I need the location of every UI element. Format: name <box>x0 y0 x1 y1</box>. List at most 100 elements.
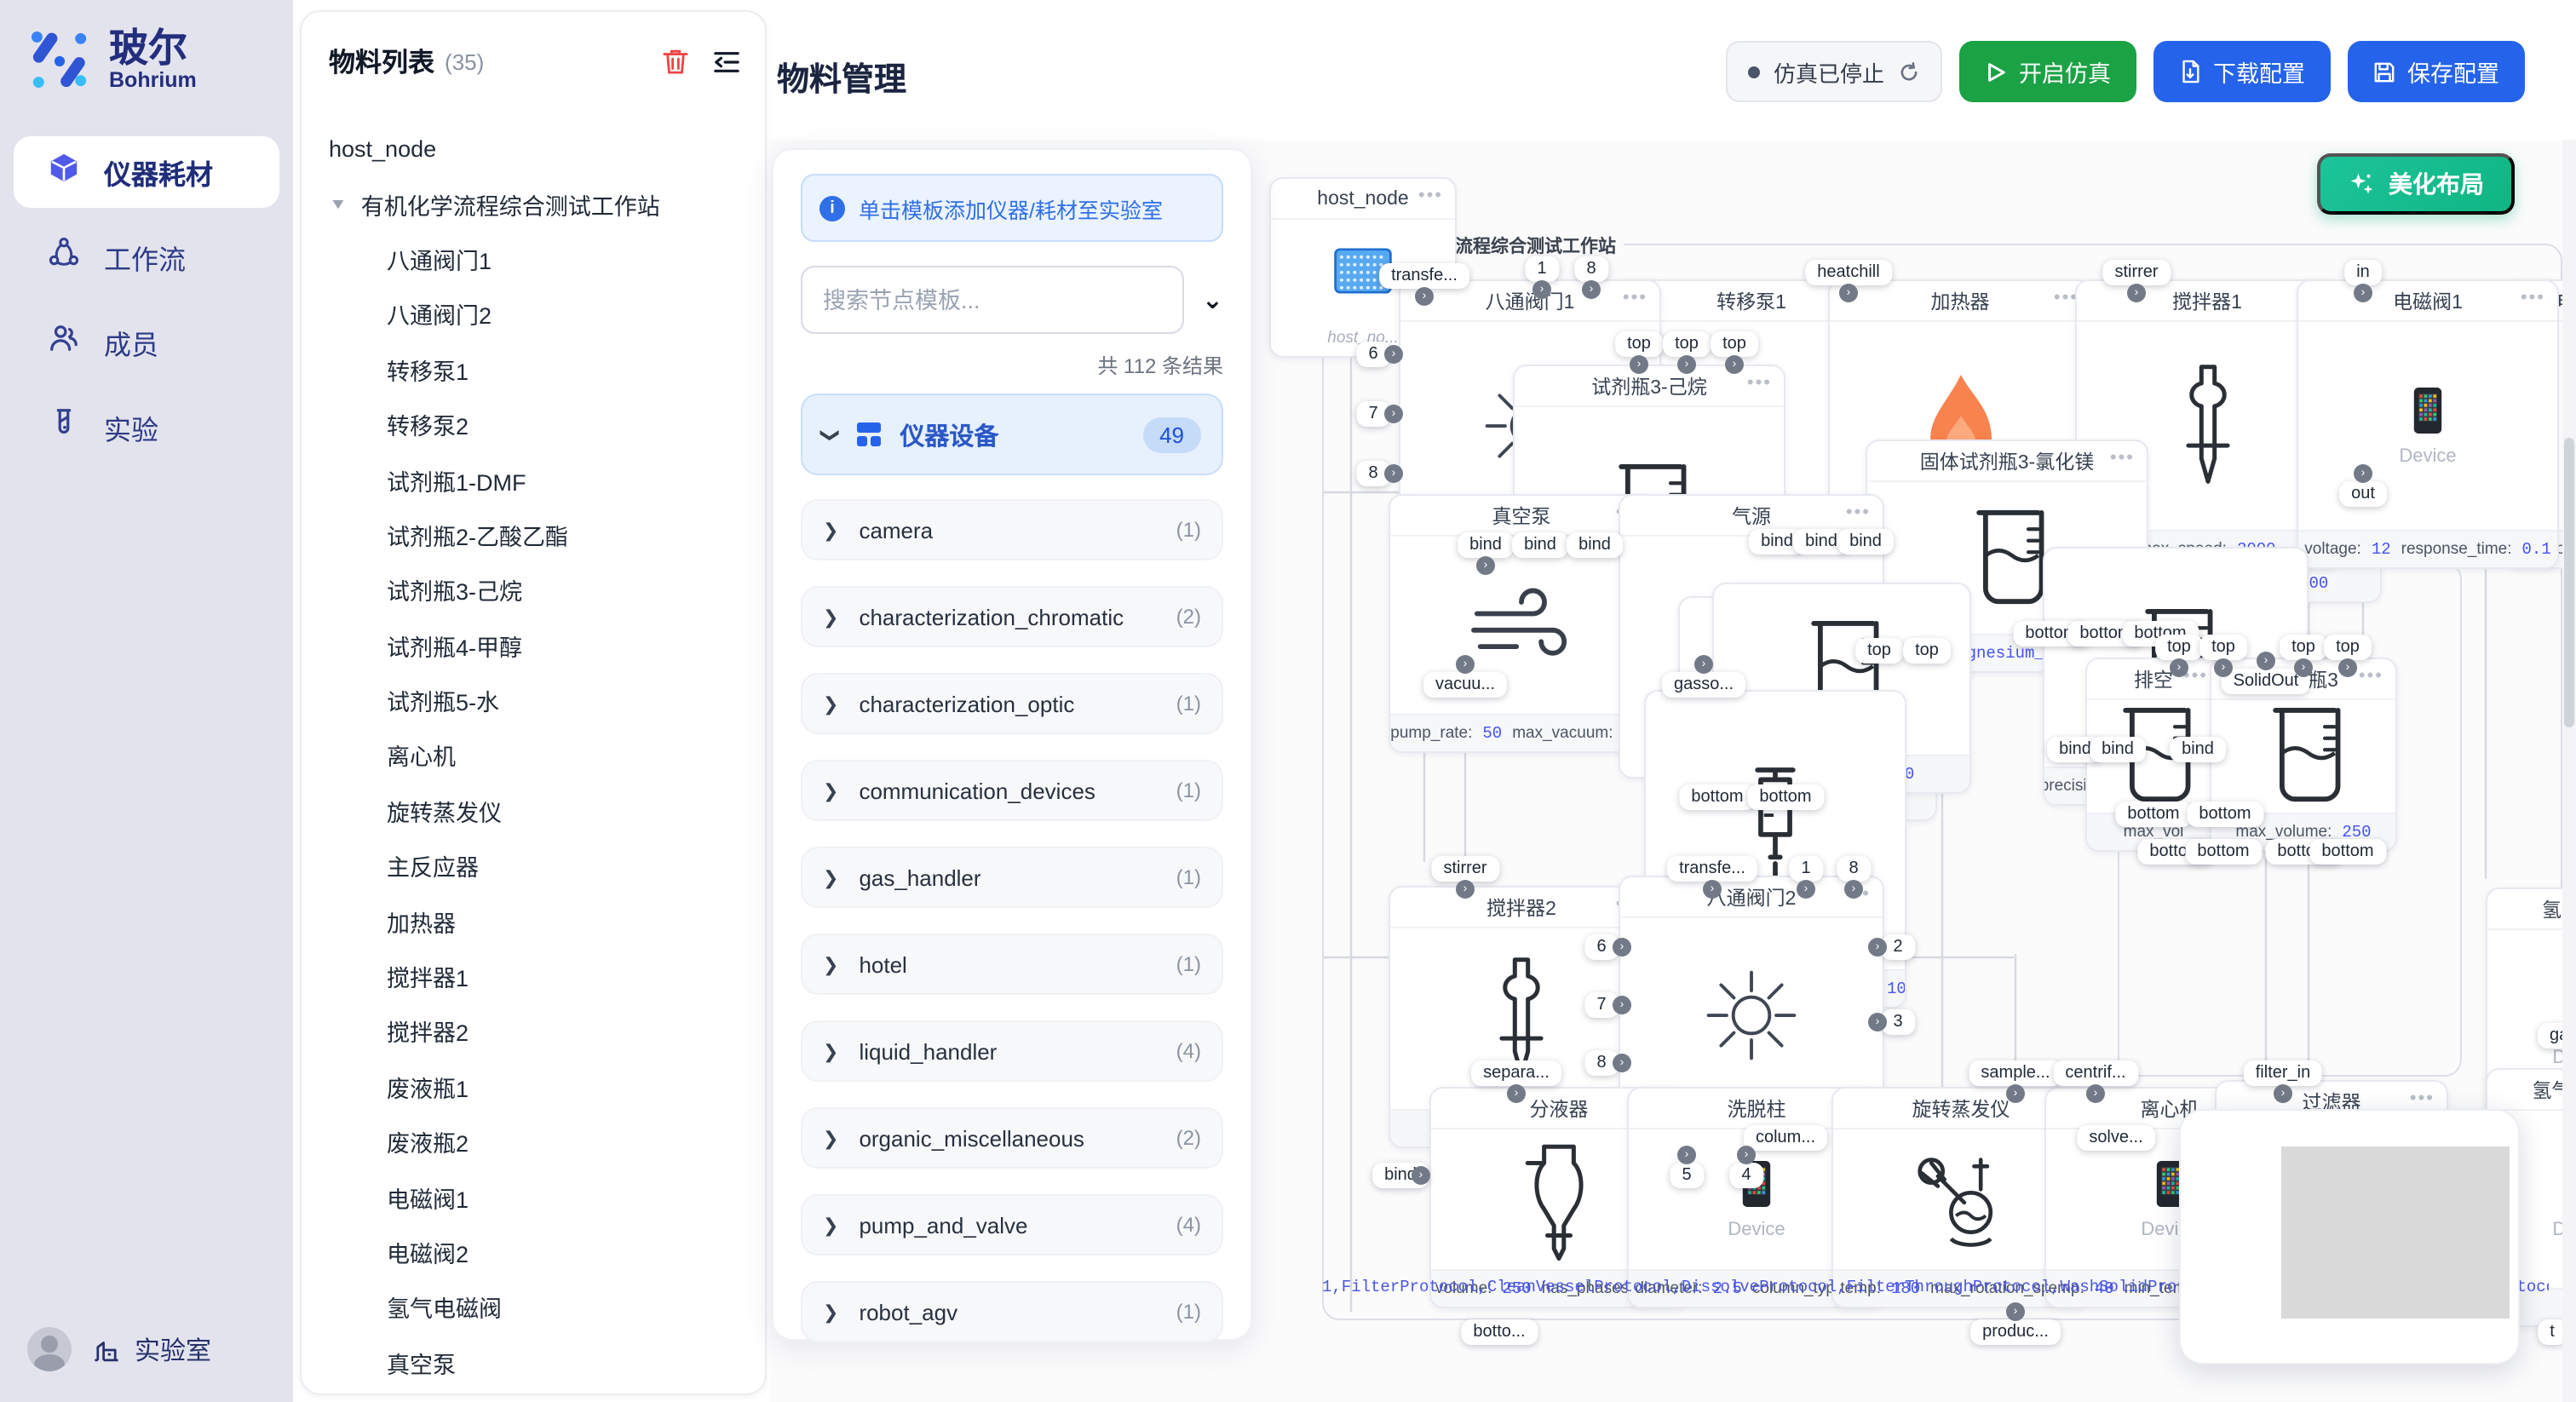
category-row-gas_handler[interactable]: ❯ gas_handler (1) <box>801 847 1223 908</box>
tree-item[interactable]: 试剂瓶1-DMF <box>329 452 748 508</box>
tree-item[interactable]: 旋转蒸发仪 <box>329 783 748 838</box>
port-pill-8[interactable]: 8 <box>1574 256 1607 282</box>
scrollbar-track[interactable] <box>2562 140 2576 1402</box>
port-dot[interactable]: › <box>2214 658 2233 677</box>
port-pill-vacuu[interactable]: vacuu... <box>1423 672 1507 698</box>
port-dot[interactable]: › <box>1613 996 1631 1014</box>
tree-item[interactable]: 试剂瓶2-乙酸乙酯 <box>329 507 748 562</box>
node-menu-icon[interactable]: ••• <box>1418 186 1443 206</box>
port-pill-separa[interactable]: separa... <box>1471 1060 1561 1086</box>
port-dot[interactable]: › <box>1532 280 1551 299</box>
port-dot[interactable]: › <box>1476 556 1495 575</box>
port-pill-gasso[interactable]: gasso... <box>2538 1023 2562 1049</box>
port-dot[interactable]: › <box>1415 287 1434 306</box>
download-config-button[interactable]: 下载配置 <box>2153 41 2331 102</box>
port-pill-bind[interactable]: bind <box>1837 529 1894 554</box>
port-pill-produc[interactable]: produc... <box>1970 1319 2061 1345</box>
tree-item[interactable]: 搅拌器2 <box>329 1004 748 1060</box>
save-config-button[interactable]: 保存配置 <box>2348 41 2525 102</box>
port-dot[interactable]: › <box>1613 938 1631 957</box>
port-dot[interactable]: › <box>1725 355 1744 374</box>
trash-icon[interactable] <box>663 48 688 75</box>
node-menu-icon[interactable]: ••• <box>2521 288 2545 308</box>
node-card-电磁阀1[interactable]: 电磁阀1•••Devicevoltage: 12 response_time: … <box>2297 279 2559 569</box>
port-dot[interactable]: › <box>1868 938 1887 957</box>
port-dot[interactable]: › <box>1507 1084 1526 1103</box>
minimap-viewport[interactable] <box>2281 1146 2510 1319</box>
port-dot[interactable]: › <box>1384 405 1403 423</box>
tree-item[interactable]: 搅拌器1 <box>329 949 748 1004</box>
port-pill-1[interactable]: 1 <box>1525 256 1558 282</box>
chevron-down-icon[interactable]: ▼ <box>329 196 348 212</box>
category-row-liquid_handler[interactable]: ❯ liquid_handler (4) <box>801 1020 1223 1082</box>
start-simulation-button[interactable]: 开启仿真 <box>1959 41 2136 102</box>
tree-item[interactable]: 转移泵2 <box>329 397 748 452</box>
sidebar-item-仪器耗材[interactable]: 仪器耗材 <box>14 136 279 208</box>
port-pill-5[interactable]: 5 <box>1670 1163 1703 1188</box>
port-dot[interactable]: › <box>1384 464 1403 483</box>
port-dot[interactable]: › <box>1694 655 1713 674</box>
port-pill-bottom[interactable]: bottom <box>2185 839 2261 865</box>
port-dot[interactable]: › <box>2127 284 2146 302</box>
category-row-characterization_optic[interactable]: ❯ characterization_optic (1) <box>801 673 1223 734</box>
category-row-robot_agv[interactable]: ❯ robot_agv (1) <box>801 1281 1223 1342</box>
port-pill-bottom[interactable]: bottom <box>2115 802 2191 827</box>
port-pill-bind[interactable]: bind <box>1567 532 1623 558</box>
port-pill-heatchill[interactable]: heatchill <box>1805 260 1891 285</box>
port-pill-sample[interactable]: sample... <box>1969 1060 2061 1086</box>
node-menu-icon[interactable]: ••• <box>2110 448 2135 468</box>
port-dot[interactable]: › <box>1630 355 1648 374</box>
port-pill-4[interactable]: 4 <box>1729 1163 1762 1188</box>
port-pill-bottom[interactable]: bottom <box>1679 784 1755 810</box>
port-dot[interactable]: › <box>2274 1084 2292 1103</box>
category-row-hotel[interactable]: ❯ hotel (1) <box>801 934 1223 995</box>
node-menu-icon[interactable]: ••• <box>2359 666 2383 687</box>
port-pill-top[interactable]: top <box>2324 635 2372 660</box>
port-pill-top[interactable]: top <box>2280 635 2327 660</box>
port-dot[interactable]: › <box>1703 880 1722 899</box>
tree-item[interactable]: 真空泵 <box>329 1335 748 1390</box>
tree-item[interactable]: 离心机 <box>329 728 748 784</box>
accordion-devices[interactable]: ❯ 仪器设备 49 <box>801 394 1223 475</box>
port-dot[interactable]: › <box>2170 658 2188 677</box>
port-pill-gasso[interactable]: gasso... <box>1662 672 1745 698</box>
port-dot[interactable]: › <box>1839 284 1858 302</box>
port-pill-top[interactable]: top <box>1903 638 1951 664</box>
port-dot[interactable]: › <box>2006 1084 2025 1103</box>
tree-item-root[interactable]: host_node <box>329 121 748 176</box>
collapse-list-icon[interactable] <box>712 49 741 74</box>
tree-item[interactable]: 试剂瓶5-水 <box>329 673 748 728</box>
tree-item[interactable]: 试剂瓶4-甲醇 <box>329 618 748 673</box>
port-dot[interactable]: › <box>2006 1302 2025 1321</box>
port-dot[interactable]: › <box>2354 464 2372 483</box>
port-pill-bottom[interactable]: bottom <box>2187 802 2263 827</box>
tree-item[interactable]: 电磁阀1 <box>329 1169 748 1225</box>
sidebar-item-lab[interactable]: 实验室 <box>92 1331 211 1367</box>
port-dot[interactable]: › <box>1677 1146 1696 1164</box>
port-dot[interactable]: › <box>1456 880 1475 899</box>
port-pill-bind[interactable]: bind <box>2090 737 2146 762</box>
tree-item[interactable]: 试剂瓶3-己烷 <box>329 562 748 618</box>
port-dot[interactable]: › <box>1456 655 1475 674</box>
port-dot[interactable]: › <box>2354 284 2372 302</box>
port-pill-8[interactable]: 8 <box>1837 856 1870 882</box>
port-dot[interactable]: › <box>1677 355 1696 374</box>
node-menu-icon[interactable]: ••• <box>1747 373 1772 394</box>
tree-item[interactable]: 废液瓶2 <box>329 1114 748 1169</box>
port-pill-top[interactable]: top <box>1663 331 1711 357</box>
port-dot[interactable]: › <box>2338 658 2357 677</box>
port-pill-bottom[interactable]: bottom <box>2309 839 2385 865</box>
port-pill-t[interactable]: t <box>2538 1319 2562 1345</box>
category-row-communication_devices[interactable]: ❯ communication_devices (1) <box>801 760 1223 821</box>
sidebar-item-成员[interactable]: 成员 <box>14 307 279 378</box>
node-menu-icon[interactable]: ••• <box>1846 503 1871 523</box>
tree-item[interactable]: 转移泵1 <box>329 342 748 397</box>
port-pill-top[interactable]: top <box>1855 638 1903 664</box>
port-dot[interactable]: › <box>1844 880 1863 899</box>
port-dot[interactable]: › <box>2086 1084 2105 1103</box>
tree-item[interactable]: 加热器 <box>329 893 748 949</box>
port-pill-top[interactable]: top <box>1711 331 1758 357</box>
port-pill-stirrer[interactable]: stirrer <box>2102 260 2170 285</box>
category-row-camera[interactable]: ❯ camera (1) <box>801 499 1223 560</box>
port-dot[interactable]: › <box>1384 345 1403 364</box>
